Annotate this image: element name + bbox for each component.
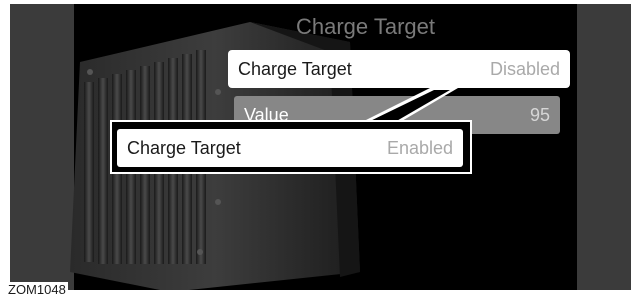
callout-charge-target-row[interactable]: Charge Target Enabled [117, 129, 463, 167]
charge-target-label: Charge Target [238, 58, 352, 79]
callout-label: Charge Target [127, 137, 241, 158]
charge-target-row[interactable]: Charge Target Disabled [228, 50, 570, 88]
value-number: 95 [529, 104, 550, 125]
display-screen: Charge Target Charge Target Disabled Val… [10, 4, 631, 290]
screen-title: Charge Target [295, 14, 435, 39]
callout-value: Enabled [386, 137, 453, 158]
figure-frame: Charge Target Charge Target Disabled Val… [0, 0, 641, 299]
callout-box: Charge Target Enabled [110, 120, 472, 174]
charge-target-value: Disabled [489, 58, 560, 79]
right-bezel [577, 4, 631, 290]
figure-id-label: ZOM1048 [6, 282, 68, 298]
